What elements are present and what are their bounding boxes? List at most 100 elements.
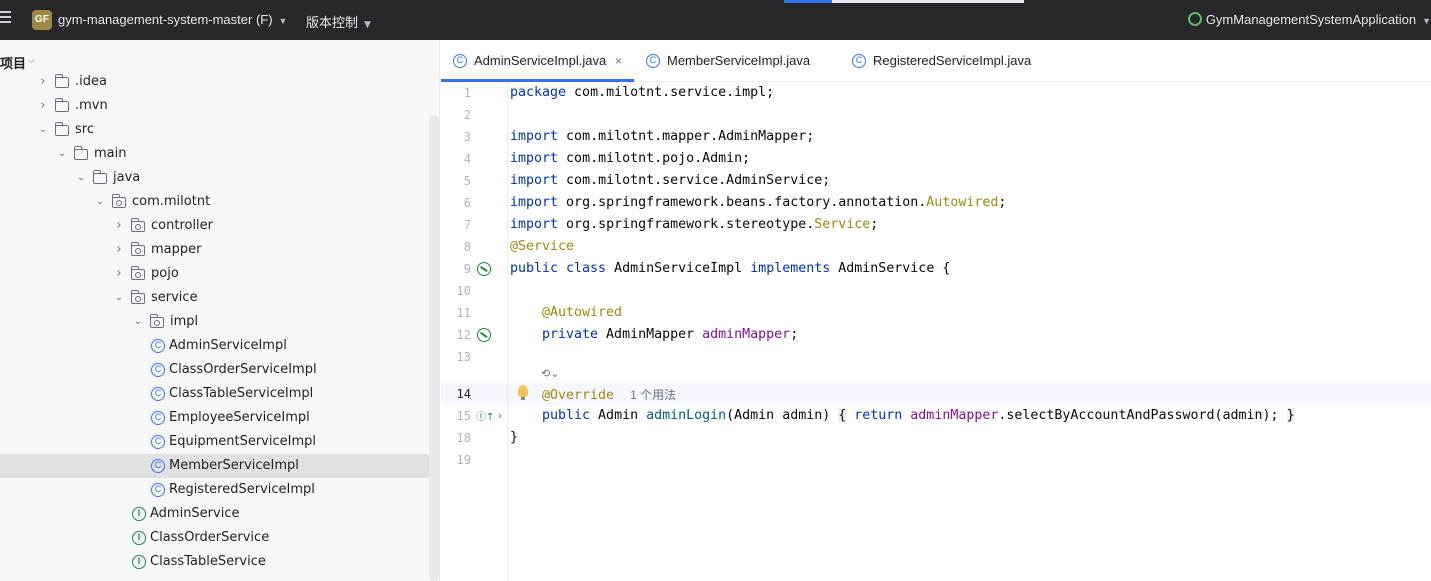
tree-item[interactable]: C ClassOrderServiceImpl xyxy=(0,358,430,382)
tree-item[interactable]: › .mvn xyxy=(0,94,430,118)
line-number: 7 xyxy=(463,218,471,232)
code-line-6: import org.springframework.beans.factory… xyxy=(510,195,1006,210)
class-icon: C xyxy=(151,339,165,353)
tree-item[interactable]: C RegisteredServiceImpl xyxy=(0,478,430,502)
tree-item[interactable]: ⌄ com.milotnt xyxy=(0,190,430,214)
chevron-right-icon[interactable]: › xyxy=(37,70,49,94)
code-text: ; xyxy=(870,217,879,232)
tree-item-label: src xyxy=(75,122,94,137)
chevron-right-icon[interactable]: › xyxy=(113,214,125,238)
implements-method-icon[interactable]: Ⓘ↑ xyxy=(476,408,494,423)
code-text: AdminServiceImpl xyxy=(606,261,751,276)
project-switcher[interactable]: gym-management-system-master (F) ▼ xyxy=(58,12,287,27)
field-name: adminMapper xyxy=(702,327,791,342)
tree-item[interactable]: C MemberServiceImpl xyxy=(0,454,430,478)
folder-icon xyxy=(93,170,107,184)
tree-item[interactable]: C EmployeeServiceImpl xyxy=(0,406,430,430)
folded-brace-close[interactable]: } xyxy=(1286,408,1295,423)
chevron-down-icon[interactable]: ⌄ xyxy=(94,190,106,214)
gutter-divider xyxy=(507,82,508,581)
main-menu-icon[interactable] xyxy=(0,11,12,25)
tree-item-label: EmployeeServiceImpl xyxy=(169,410,310,425)
tree-item-label: MemberServiceImpl xyxy=(169,458,299,473)
title-bar: GF gym-management-system-master (F) ▼ 版本控… xyxy=(0,0,1431,40)
code-text: org.springframework.stereotype. xyxy=(558,217,815,232)
annotation: @Service xyxy=(510,239,575,254)
package-icon xyxy=(150,314,164,328)
chevron-down-icon[interactable]: ⌄ xyxy=(113,286,125,310)
chevron-right-icon[interactable]: › xyxy=(113,262,125,286)
tree-item-label: .idea xyxy=(75,74,107,89)
class-icon: C xyxy=(151,435,165,449)
code-line-8: @Service xyxy=(510,239,574,254)
code-editor[interactable]: 1 2 3 4 5 6 7 8 9 10 11 12 13 14 15 18 1… xyxy=(441,82,1431,581)
spring-bean-icon[interactable] xyxy=(477,328,491,342)
line-number: 3 xyxy=(463,130,471,144)
close-tab-icon[interactable]: × xyxy=(615,40,622,82)
code-line-12: private AdminMapper adminMapper; xyxy=(542,327,798,342)
project-tree-scrollbar[interactable] xyxy=(429,115,439,581)
chevron-down-icon[interactable]: ⌄ xyxy=(37,118,49,142)
keyword: public xyxy=(542,408,591,423)
code-text: com.milotnt.mapper.AdminMapper; xyxy=(558,129,815,144)
chevron-right-icon[interactable]: › xyxy=(37,94,49,118)
chevron-down-icon: ▼ xyxy=(364,20,371,30)
tree-item-label: ClassTableService xyxy=(150,554,266,569)
tree-item[interactable]: ⌄ main xyxy=(0,142,430,166)
tree-item[interactable]: C EquipmentServiceImpl xyxy=(0,430,430,454)
tree-item[interactable]: I ClassOrderService xyxy=(0,526,430,550)
code-text: com.milotnt.service.AdminService; xyxy=(558,173,831,188)
interface-icon: I xyxy=(132,531,146,545)
keyword: import xyxy=(510,173,559,188)
class-icon: C xyxy=(151,459,165,473)
chevron-down-icon[interactable]: ⌄ xyxy=(132,310,144,334)
tree-item[interactable]: › controller xyxy=(0,214,430,238)
code-line-18: } xyxy=(510,430,518,445)
tree-item[interactable]: ⌄ src xyxy=(0,118,430,142)
tab-adminserviceimpl[interactable]: C AdminServiceImpl.java × xyxy=(441,40,634,82)
tree-item[interactable]: › pojo xyxy=(0,262,430,286)
tree-item[interactable]: › mapper xyxy=(0,238,430,262)
tab-memberserviceimpl[interactable]: C MemberServiceImpl.java xyxy=(634,40,839,82)
tree-item[interactable]: I ClassTableService xyxy=(0,550,430,574)
class-icon: C xyxy=(151,363,165,377)
keyword: import xyxy=(510,195,559,210)
field-name: adminMapper xyxy=(910,408,999,423)
chevron-right-icon[interactable]: › xyxy=(113,238,125,262)
usages-inlay-hint[interactable]: 1 个用法 xyxy=(630,388,676,402)
fold-chevron-icon[interactable]: › xyxy=(498,409,502,422)
project-tool-window: 项目 ⌵ › .idea › .mvn ⌄ src ⌄ main ⌄ java ⌄ com.milot… xyxy=(0,40,440,581)
package-icon xyxy=(131,290,145,304)
package-icon xyxy=(131,218,145,232)
chevron-down-icon: ▼ xyxy=(278,16,288,26)
tree-item[interactable]: › .idea xyxy=(0,70,430,94)
vcs-menu[interactable]: 版本控制 ▼ xyxy=(306,12,371,31)
tree-item[interactable]: ⌄ java xyxy=(0,166,430,190)
tab-label: AdminServiceImpl.java xyxy=(474,53,607,68)
tree-item[interactable]: ⌄ service xyxy=(0,286,430,310)
lightbulb-icon[interactable] xyxy=(518,385,528,400)
folder-icon xyxy=(74,146,88,160)
tree-item[interactable]: C AdminServiceImpl xyxy=(0,334,430,358)
tree-item[interactable]: I AdminService xyxy=(0,502,430,526)
chevron-down-icon[interactable]: ⌄ xyxy=(56,142,68,166)
toolbar-accent-strip xyxy=(784,0,832,3)
tree-item-label: ClassOrderService xyxy=(150,530,270,545)
chevron-down-icon[interactable]: ⌄ xyxy=(75,166,87,190)
inlay-ai-icon[interactable]: ⟲⌄ xyxy=(541,367,559,380)
line-number: 5 xyxy=(463,174,471,188)
tab-label: RegisteredServiceImpl.java xyxy=(873,53,1032,68)
line-number: 6 xyxy=(463,196,471,210)
run-configuration-selector[interactable]: GymManagementSystemApplication ▼ xyxy=(1187,12,1431,27)
tree-item-label: com.milotnt xyxy=(132,194,211,209)
class-icon: C xyxy=(151,483,165,497)
tab-registeredserviceimpl[interactable]: C RegisteredServiceImpl.java xyxy=(840,40,1070,82)
chevron-down-icon[interactable]: ⌵ xyxy=(28,56,35,66)
interface-icon: I xyxy=(132,555,146,569)
tree-item[interactable]: ⌄ impl xyxy=(0,310,430,334)
chevron-down-icon: ▼ xyxy=(1422,16,1431,26)
spring-bean-icon[interactable] xyxy=(477,262,491,276)
code-line-5: import com.milotnt.service.AdminService; xyxy=(510,173,830,188)
tree-item[interactable]: C ClassTableServiceImpl xyxy=(0,382,430,406)
project-badge[interactable]: GF xyxy=(32,10,52,30)
